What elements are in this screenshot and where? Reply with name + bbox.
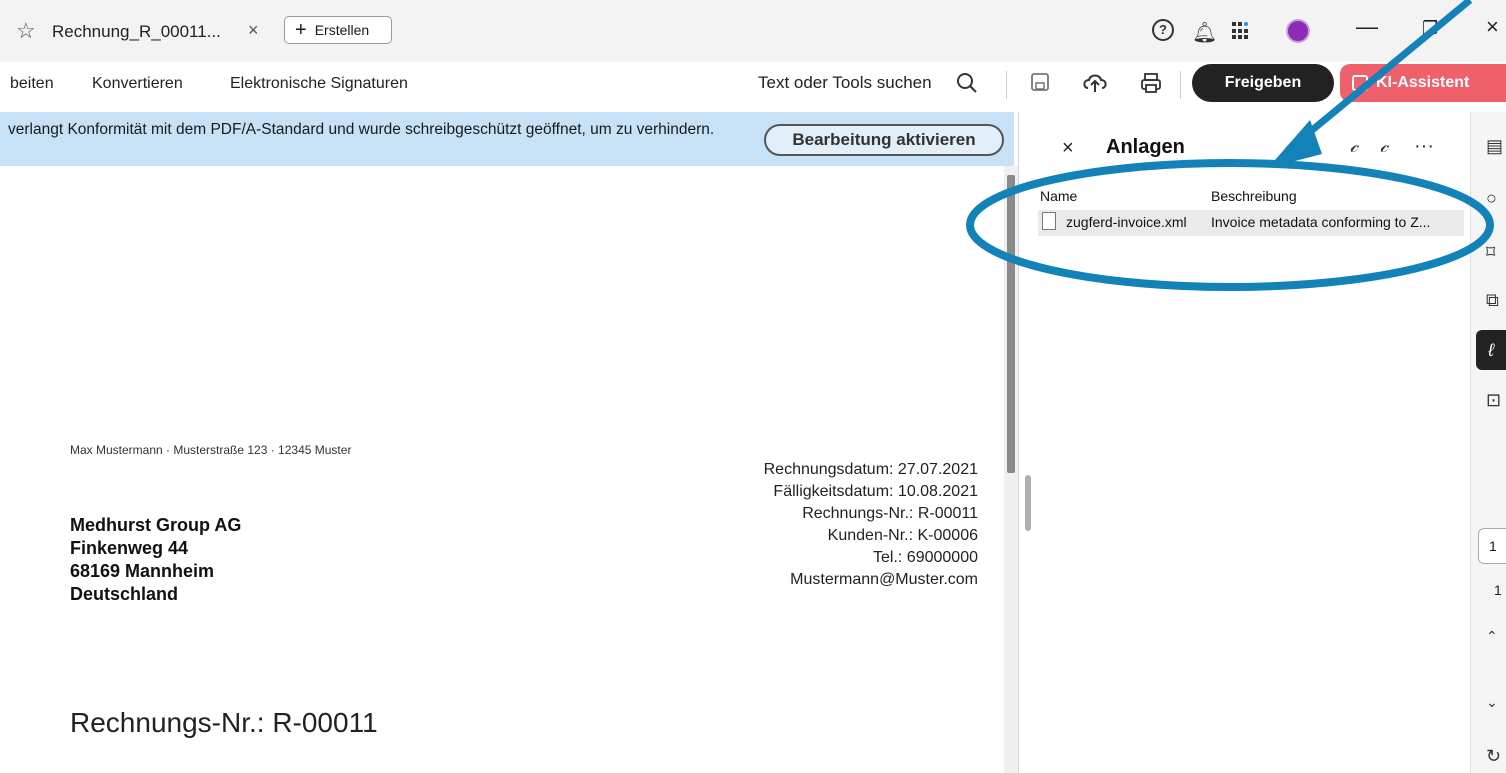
recipient-street: Finkenweg 44 [70,538,189,558]
help-icon[interactable]: ? [1152,19,1174,41]
print-icon[interactable] [1140,72,1162,94]
bell-icon[interactable]: 🔔︎ [1192,20,1217,45]
enable-editing-button[interactable]: Bearbeitung aktivieren [764,124,1004,156]
ai-assistant-button[interactable]: KI-Assistent [1340,64,1506,102]
comment-icon[interactable]: ○ [1486,188,1497,209]
document-scrollbar-thumb[interactable] [1007,175,1015,473]
restore-icon[interactable]: ❐ [1422,18,1438,39]
banner-text: verlangt Konformität mit dem PDF/A-Stand… [8,121,715,138]
add-attachment-icon[interactable]: 𝒸 [1380,135,1388,158]
protect-icon[interactable]: ⊡ [1486,390,1501,411]
chevron-up-icon[interactable]: ⌃ [1486,628,1498,645]
attachment-description: Invoice metadata conforming to Z... [1211,214,1431,230]
pages-icon[interactable]: ⧉ [1486,290,1499,311]
recipient-company: Medhurst Group AG [70,515,242,535]
tab-bar [0,0,1506,62]
toolbar-divider [1006,71,1007,99]
edit-pdf-icon[interactable]: ▤ [1486,136,1503,157]
save-icon[interactable] [1030,72,1050,92]
panel-scrollbar[interactable] [1025,475,1031,531]
tab-title[interactable]: Rechnung_R_00011... [52,22,221,42]
column-description[interactable]: Beschreibung [1211,188,1297,204]
more-options-icon[interactable]: ··· [1414,135,1434,158]
page-total: 1 [1494,582,1502,598]
right-rail [1470,112,1506,773]
apps-icon[interactable] [1232,22,1250,40]
recipient-country: Deutschland [70,584,179,604]
panel-close-icon[interactable]: × [1062,137,1074,160]
invoice-heading: Rechnungs-Nr.: R-00011 [70,707,378,738]
avatar-icon[interactable] [1286,19,1310,43]
chevron-down-icon[interactable]: ⌄ [1486,694,1498,711]
attachment-name[interactable]: zugferd-invoice.xml [1066,214,1187,230]
plus-icon: + [295,19,307,41]
file-icon [1042,212,1056,230]
recipient-city: 68169 Mannheim [70,561,215,581]
search-tools-label[interactable]: Text oder Tools suchen [758,73,932,93]
search-attachment-icon[interactable]: 𝒸 [1350,135,1358,158]
star-icon[interactable]: ☆ [16,18,36,44]
tab-close-icon[interactable]: × [248,20,259,41]
create-button-label: Erstellen [314,22,370,38]
menu-edit[interactable]: beiten [10,75,54,93]
share-button[interactable]: Freigeben [1192,64,1334,102]
cloud-upload-icon[interactable] [1082,70,1108,94]
attachments-rail-button[interactable]: ℓ [1476,330,1506,370]
invoice-number: Rechnungs-Nr.: R-00011 [802,505,978,522]
window-close-icon[interactable]: × [1486,14,1499,40]
menu-convert[interactable]: Konvertieren [92,75,183,93]
menu-esignatures[interactable]: Elektronische Signaturen [230,75,408,93]
paperclip-icon: ℓ [1488,339,1494,360]
invoice-date: Rechnungsdatum: 27.07.2021 [763,461,978,478]
toolbar-divider-2 [1180,71,1181,99]
email: Mustermann@Muster.com [790,571,978,588]
customer-number: Kunden-Nr.: K-00006 [827,527,978,544]
minimize-icon[interactable]: — [1356,14,1378,40]
ai-assistant-label: KI-Assistent [1376,74,1470,91]
bookmark-icon[interactable]: ⌑ [1486,242,1495,263]
refresh-icon[interactable]: ↻ [1486,746,1501,767]
ai-sparkle-icon [1352,75,1368,91]
panel-title: Anlagen [1106,136,1185,158]
phone: Tel.: 69000000 [873,549,978,566]
page-number-input[interactable]: 1 [1478,528,1506,564]
due-date: Fälligkeitsdatum: 10.08.2021 [773,483,978,500]
column-name[interactable]: Name [1040,188,1077,204]
create-button[interactable]: + Erstellen [284,16,392,44]
search-icon[interactable] [956,72,978,94]
sender-line: Max Mustermann · Musterstraße 123 · 1234… [70,443,352,457]
